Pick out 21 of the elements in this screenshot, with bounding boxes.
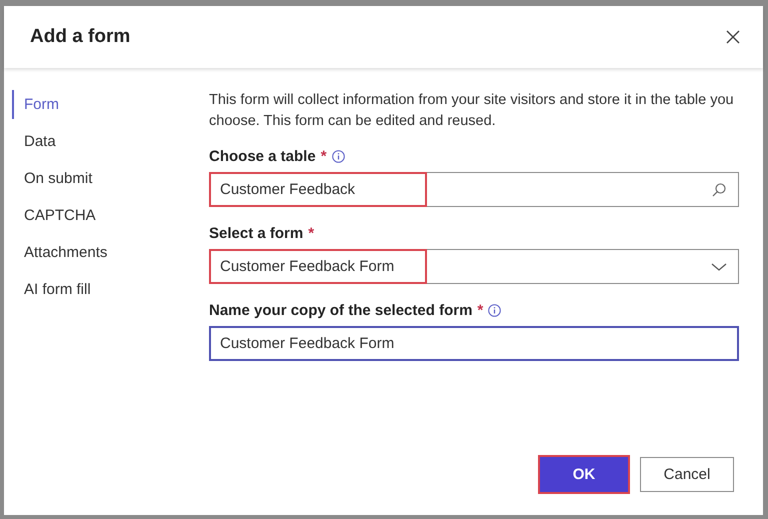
sidebar-item[interactable]: On submit — [12, 164, 102, 193]
sidebar-item[interactable]: Data — [12, 127, 66, 156]
description-text: This form will collect information from your site visitors and store it in the table you choose. This form can be edited and reused. — [209, 91, 735, 131]
chevron-down-icon[interactable] — [711, 262, 727, 272]
sidebar-item[interactable]: AI form fill — [12, 275, 101, 304]
required-mark: * — [320, 148, 327, 165]
sidebar-item[interactable]: Form — [12, 90, 69, 119]
input-field[interactable]: Customer Feedback Form — [209, 326, 739, 361]
info-icon[interactable] — [332, 150, 345, 163]
field-label: Select a form — [209, 225, 304, 242]
search-icon[interactable] — [711, 182, 727, 198]
ok-button[interactable]: OK — [540, 457, 628, 492]
dialog-title: Add a form — [30, 26, 130, 48]
sidebar-item[interactable]: CAPTCHA — [12, 201, 106, 230]
field-label: Name your copy of the selected form — [209, 302, 472, 319]
field-label: Choose a table — [209, 148, 316, 165]
sidebar-item[interactable]: Attachments — [12, 238, 118, 267]
info-icon[interactable] — [488, 304, 502, 317]
required-mark: * — [308, 225, 314, 242]
cancel-button[interactable]: Cancel — [640, 457, 734, 492]
required-mark: * — [477, 302, 484, 319]
